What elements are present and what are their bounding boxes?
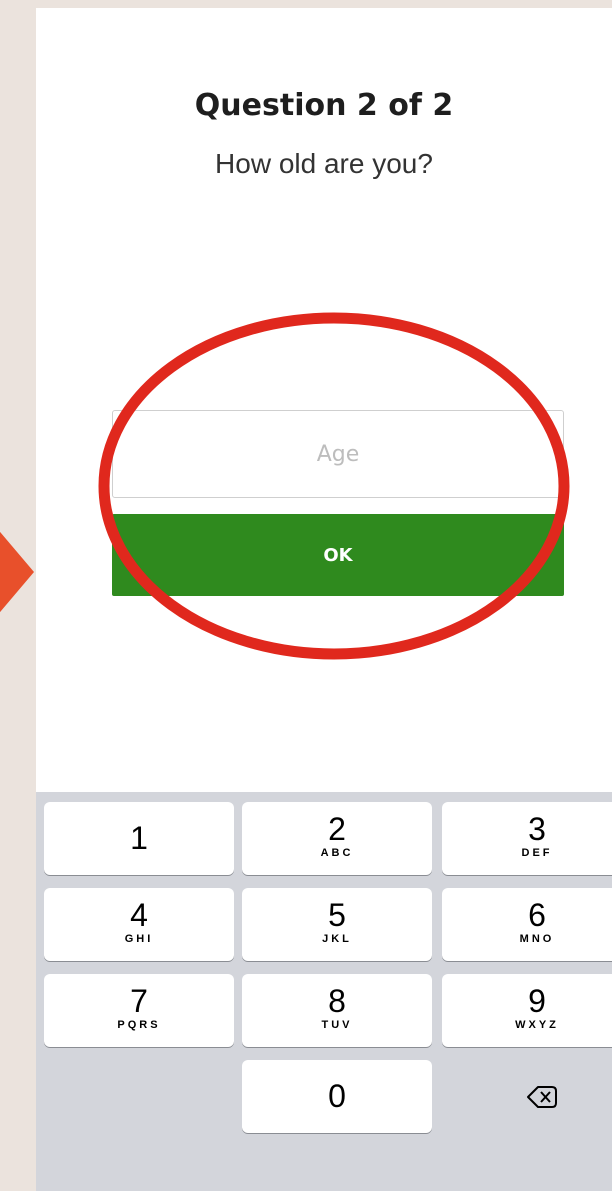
key-letters: TUV [321,1019,353,1031]
delete-key[interactable] [442,1060,612,1133]
key-8[interactable]: 8 TUV [242,974,432,1047]
backspace-icon [527,1086,557,1108]
key-digit: 3 [528,811,546,847]
key-letters: GHI [124,933,154,945]
key-digit: 6 [528,897,546,933]
key-1[interactable]: 1 [44,802,234,875]
key-digit: 5 [328,897,346,933]
key-letters: JKL [322,933,352,945]
page-title: Question 2 of 2 [194,88,454,123]
key-digit: 4 [130,897,148,933]
key-digit: 7 [130,983,148,1019]
key-2[interactable]: 2 ABC [242,802,432,875]
key-letters: ABC [320,847,354,859]
key-digit: 8 [328,983,346,1019]
annotation-arrow [0,520,34,624]
age-input[interactable] [112,410,564,498]
key-0[interactable]: 0 [242,1060,432,1133]
key-7[interactable]: 7 PQRS [44,974,234,1047]
key-5[interactable]: 5 JKL [242,888,432,961]
phone-screen: Question 2 of 2 How old are you? OK 1 2 … [36,8,612,1191]
key-letters: DEF [521,847,553,859]
key-digit: 9 [528,983,546,1019]
key-digit: 0 [328,1078,346,1114]
key-digit: 1 [130,820,148,856]
key-4[interactable]: 4 GHI [44,888,234,961]
key-9[interactable]: 9 WXYZ [442,974,612,1047]
key-letters: PQRS [117,1019,161,1031]
question-text: How old are you? [215,148,433,179]
key-6[interactable]: 6 MNO [442,888,612,961]
key-3[interactable]: 3 DEF [442,802,612,875]
ok-button[interactable]: OK [112,514,564,596]
key-letters: WXYZ [515,1019,559,1031]
key-letters: MNO [519,933,555,945]
numeric-keypad: 1 2 ABC 3 DEF 4 GHI 5 JKL 6 MNO 7 PQRS 8 [36,792,612,1191]
key-digit: 2 [328,811,346,847]
